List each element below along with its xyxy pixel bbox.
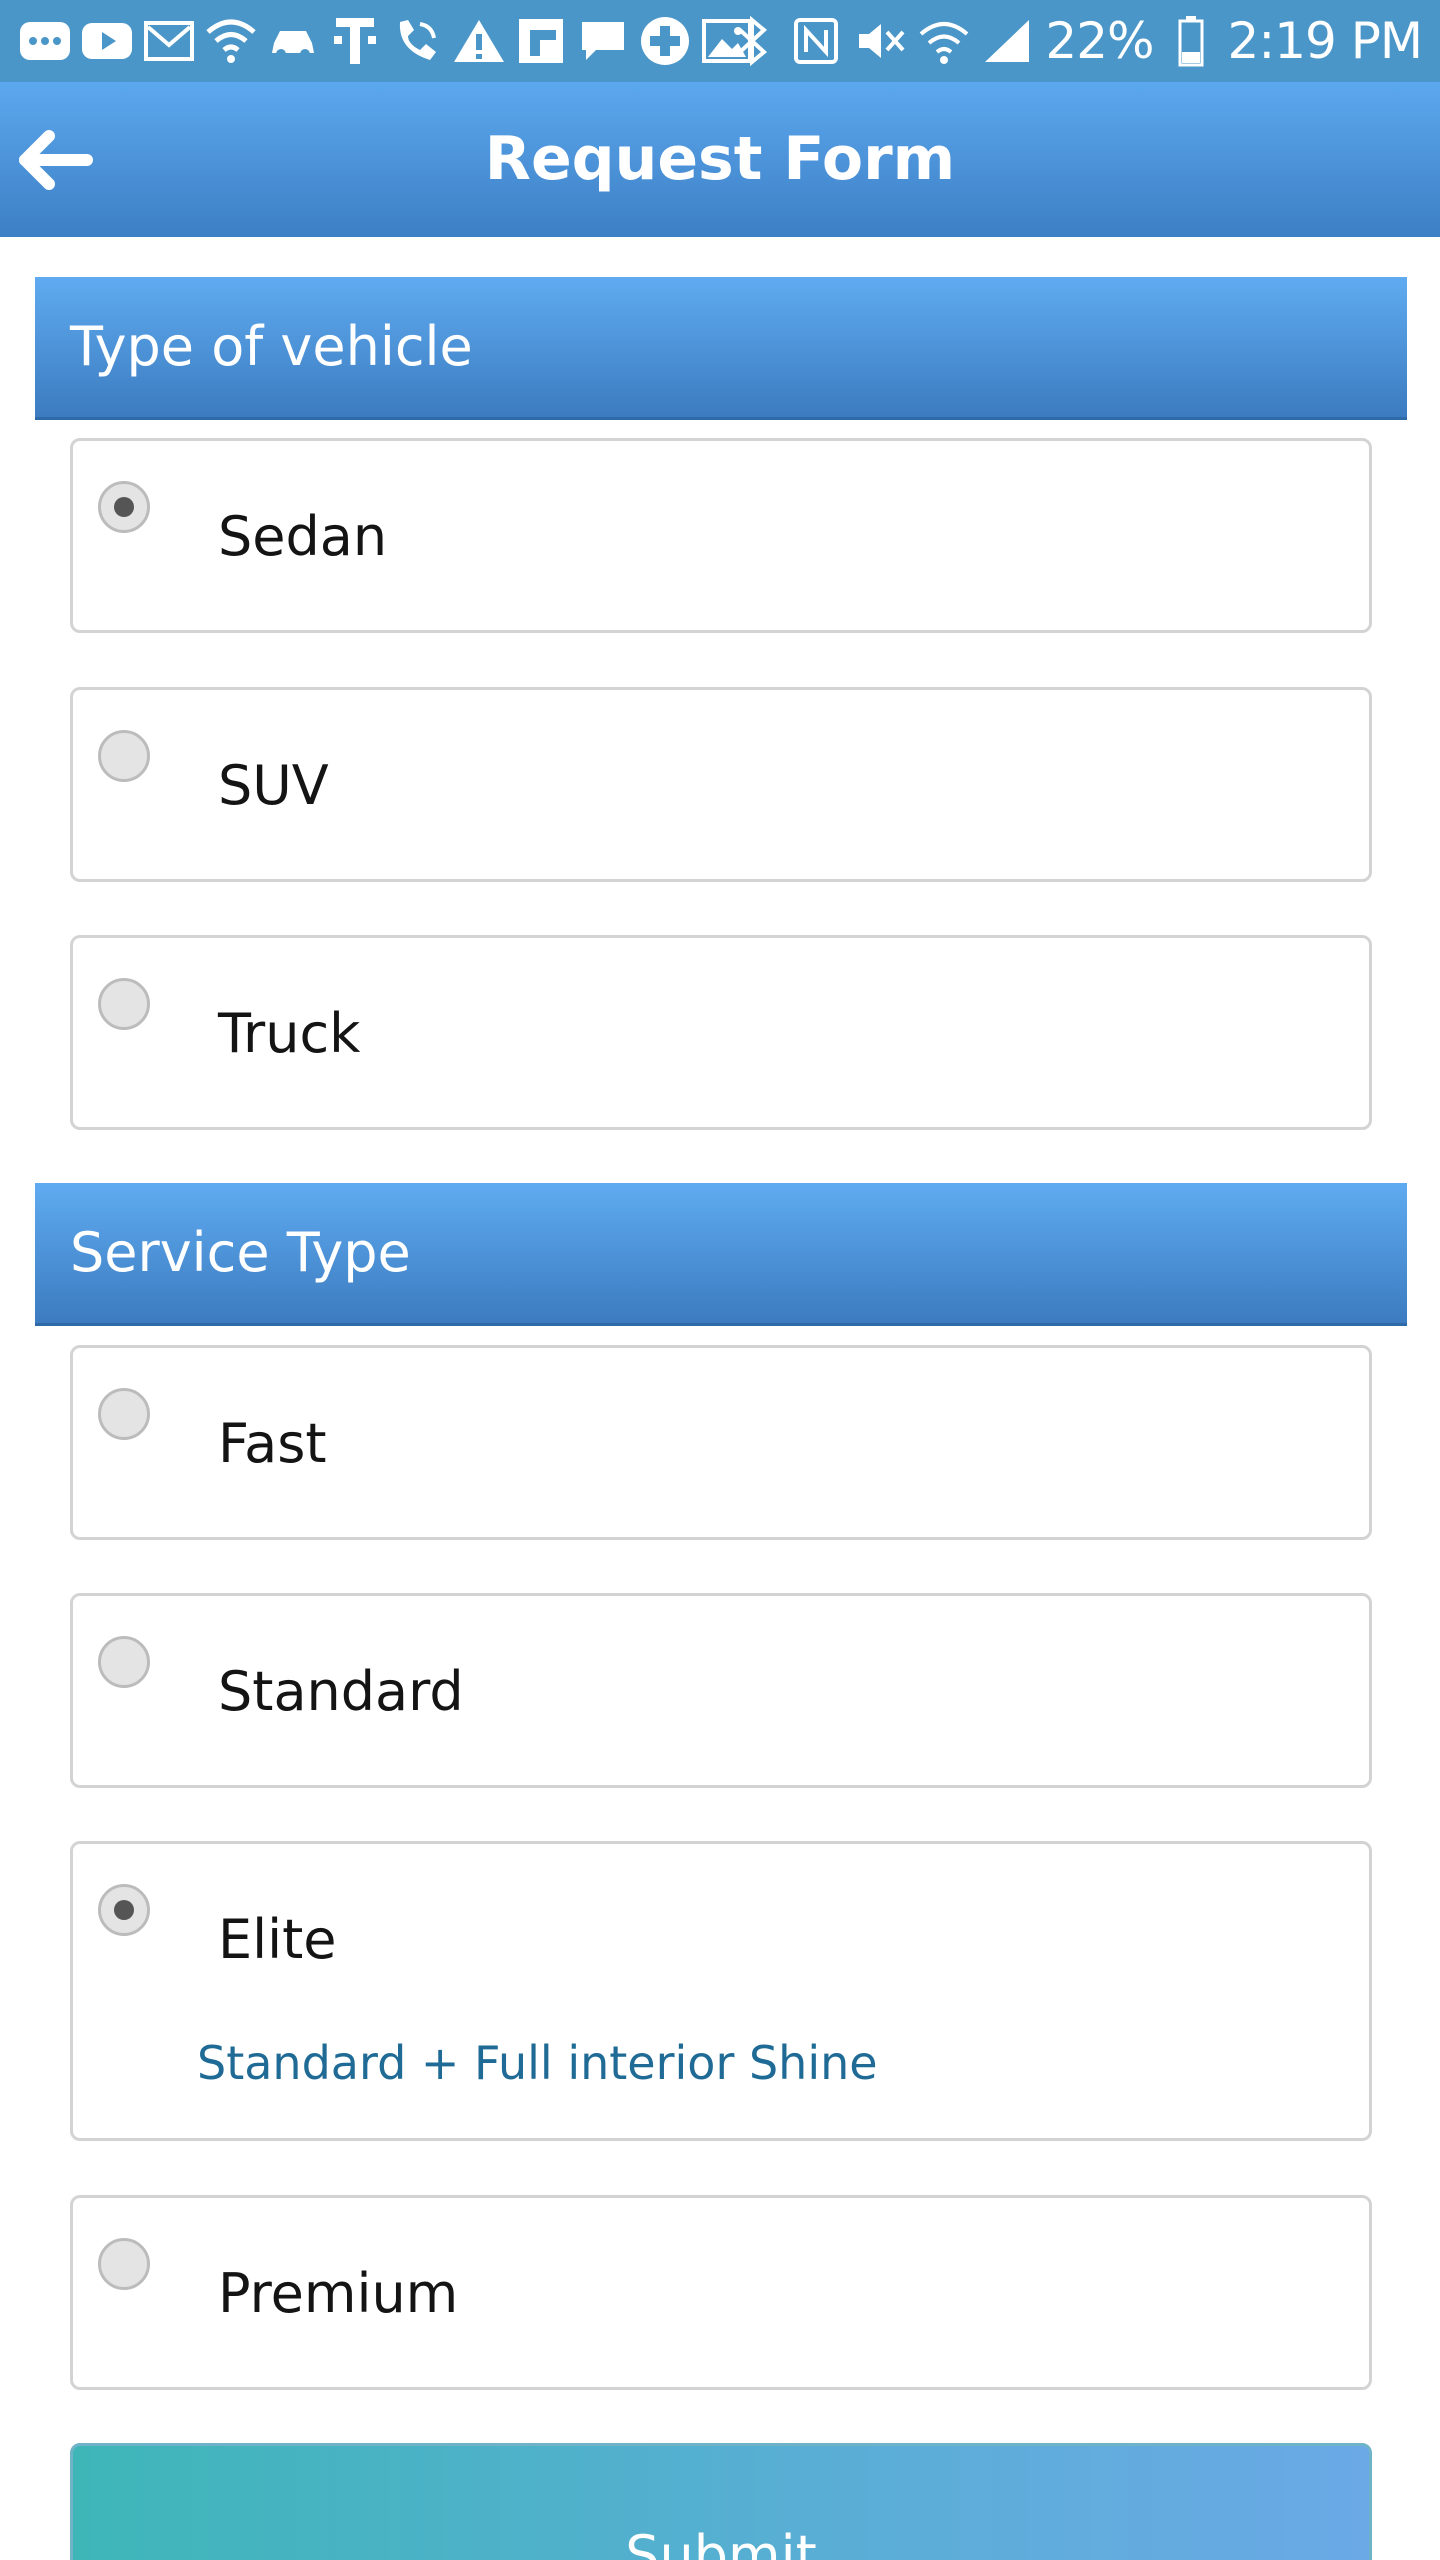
option-label: Truck <box>218 1002 361 1065</box>
option-label: Premium <box>218 2262 459 2325</box>
option-elite[interactable]: Elite Standard + Full interior Shine <box>70 1841 1372 2141</box>
app-bar: Request Form <box>0 82 1440 237</box>
t-mobile-icon <box>328 14 382 68</box>
option-label: Fast <box>218 1412 327 1475</box>
radio-fast[interactable] <box>98 1388 150 1440</box>
wifi-call-icon <box>390 14 444 68</box>
plus-icon <box>638 14 692 68</box>
car-icon <box>266 14 320 68</box>
service-section-title: Service Type <box>70 1221 411 1284</box>
more-icon <box>18 14 72 68</box>
nfc-icon <box>789 14 843 68</box>
option-fast[interactable]: Fast <box>70 1345 1372 1540</box>
radio-suv[interactable] <box>98 730 150 782</box>
flipboard-icon <box>514 14 568 68</box>
radio-standard[interactable] <box>98 1636 150 1688</box>
option-premium[interactable]: Premium <box>70 2195 1372 2390</box>
bluetooth-icon <box>725 14 779 68</box>
submit-button[interactable]: Submit <box>70 2443 1372 2560</box>
youtube-icon <box>80 14 134 68</box>
option-description: Standard + Full interior Shine <box>197 2036 878 2090</box>
status-bar: 22% 2:19 PM <box>0 0 1440 82</box>
radio-truck[interactable] <box>98 978 150 1030</box>
mute-icon <box>853 14 907 68</box>
option-suv[interactable]: SUV <box>70 687 1372 882</box>
vehicle-section-title: Type of vehicle <box>70 315 473 378</box>
option-label: Standard <box>218 1660 464 1723</box>
option-truck[interactable]: Truck <box>70 935 1372 1130</box>
service-section-header: Service Type <box>35 1183 1407 1326</box>
system-icons: 22% 2:19 PM <box>725 12 1423 70</box>
mail-icon <box>142 14 196 68</box>
option-sedan[interactable]: Sedan <box>70 438 1372 633</box>
option-standard[interactable]: Standard <box>70 1593 1372 1788</box>
battery-level: 22% <box>1045 12 1154 70</box>
option-label: Elite <box>218 1908 337 1971</box>
warning-icon <box>452 14 506 68</box>
page-title: Request Form <box>484 124 956 194</box>
radio-premium[interactable] <box>98 2238 150 2290</box>
notification-icons <box>18 12 754 70</box>
shield-wifi-icon <box>204 14 258 68</box>
option-label: SUV <box>218 754 329 817</box>
message-icon <box>576 14 630 68</box>
wifi-icon <box>917 14 971 68</box>
radio-elite[interactable] <box>98 1884 150 1936</box>
battery-icon <box>1164 14 1218 68</box>
radio-sedan[interactable] <box>98 481 150 533</box>
request-form-screen: 22% 2:19 PM Request Form Type of vehicle… <box>0 0 1440 2560</box>
submit-label: Submit <box>625 2524 817 2560</box>
clock: 2:19 PM <box>1227 12 1423 70</box>
option-label: Sedan <box>218 505 388 568</box>
signal-icon <box>981 14 1035 68</box>
vehicle-section-header: Type of vehicle <box>35 277 1407 420</box>
